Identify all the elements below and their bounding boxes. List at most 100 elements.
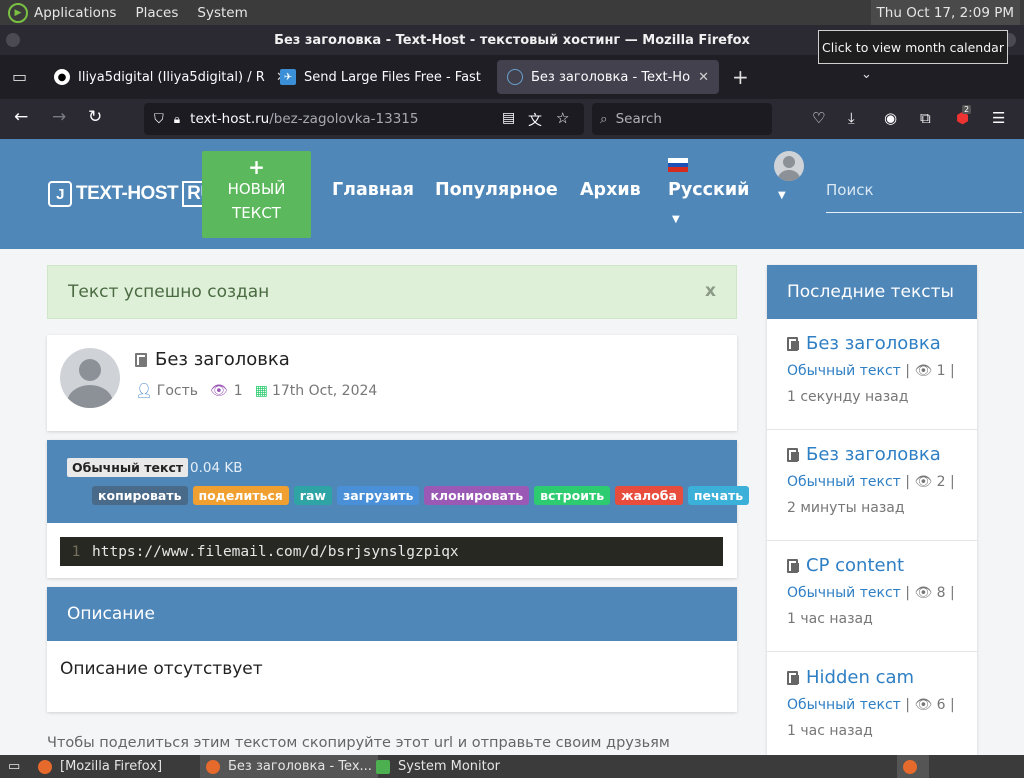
account-icon[interactable]: ◉ bbox=[884, 109, 897, 127]
tab-texthost[interactable]: Без заголовка - Text-Host ✕ bbox=[497, 60, 719, 94]
recent-item: Hidden cam Обычный текст | 👁︎ 6 | 1 час … bbox=[767, 653, 977, 755]
eye-icon: 👁︎ bbox=[914, 474, 933, 490]
back-icon[interactable]: ← bbox=[14, 107, 28, 127]
system-top-panel: ▶ Applications Places System Thu Oct 17,… bbox=[0, 0, 1024, 25]
recent-item-title[interactable]: Без заголовка bbox=[806, 444, 941, 465]
url-path: /bez-zagolovka-13315 bbox=[269, 111, 419, 127]
firefox-view-icon[interactable]: ▭ bbox=[12, 67, 27, 86]
translate-icon[interactable]: 文 bbox=[528, 110, 542, 130]
shield-icon[interactable]: ⛉ bbox=[154, 112, 164, 127]
line-number: 1 bbox=[71, 543, 81, 560]
paste-date: 17th Oct, 2024 bbox=[271, 383, 378, 399]
list-tabs-icon[interactable]: ⌄ bbox=[861, 67, 872, 82]
recent-item: Без заголовка Обычный текст | 👁︎ 1 | 1 с… bbox=[767, 319, 977, 430]
search-icon: ⌕ bbox=[600, 111, 608, 127]
tab-title: Send Large Files Free - Fast bbox=[304, 69, 481, 85]
report-button[interactable]: жалоба bbox=[615, 486, 683, 505]
nav-home[interactable]: Главная bbox=[332, 180, 414, 200]
clock[interactable]: Thu Oct 17, 2:09 PM bbox=[870, 0, 1020, 25]
embed-button[interactable]: встроить bbox=[534, 486, 611, 505]
print-button[interactable]: печать bbox=[687, 486, 750, 505]
copy-button[interactable]: копировать bbox=[92, 486, 188, 505]
document-icon bbox=[787, 558, 799, 573]
description-heading: Описание bbox=[47, 587, 737, 641]
recent-item-title[interactable]: Без заголовка bbox=[806, 333, 941, 354]
lock-icon[interactable]: 🔒︎ bbox=[174, 112, 180, 127]
alert-close-button[interactable]: x bbox=[705, 281, 716, 301]
recent-item-title[interactable]: Hidden cam bbox=[806, 667, 914, 688]
paste-title: Без заголовка bbox=[135, 349, 290, 370]
recent-item-syntax[interactable]: Обычный текст bbox=[787, 697, 901, 713]
share-button[interactable]: поделиться bbox=[192, 486, 289, 505]
close-tab-icon[interactable]: ✕ bbox=[698, 70, 709, 85]
recent-item-syntax[interactable]: Обычный текст bbox=[787, 474, 901, 490]
extensions-icon[interactable]: ⧉ bbox=[920, 109, 931, 127]
taskbar-firefox[interactable]: [Mozilla Firefox] bbox=[32, 755, 168, 778]
user-avatar[interactable] bbox=[774, 151, 804, 181]
description-body: Описание отсутствует bbox=[60, 659, 263, 679]
user-menu-caret-icon[interactable]: ▼ bbox=[778, 190, 786, 201]
site-header: J TEXT-HOST RU + НОВЫЙ ТЕКСТ Главная Поп… bbox=[0, 139, 1024, 249]
tab-title: Без заголовка - Text-Host bbox=[531, 69, 691, 85]
taskbar-system-monitor[interactable]: System Monitor bbox=[370, 755, 506, 778]
pocket-icon[interactable]: ♡ bbox=[812, 109, 825, 127]
sidebar-heading: Последние тексты bbox=[767, 265, 977, 319]
calendar-icon: ▦ bbox=[254, 383, 268, 399]
code-block[interactable]: 1 https://www.filemail.com/d/bsrjsynslgz… bbox=[60, 537, 723, 566]
language-caret-icon[interactable]: ▼ bbox=[672, 214, 680, 225]
browser-search-input[interactable]: ⌕ Search bbox=[592, 103, 772, 135]
recent-item-syntax[interactable]: Обычный текст bbox=[787, 363, 901, 379]
show-desktop-icon[interactable]: ▭ bbox=[2, 755, 26, 778]
nav-popular[interactable]: Популярное bbox=[435, 180, 558, 200]
taskbar-texthost-window[interactable]: Без заголовка - Tex... bbox=[200, 755, 378, 778]
bottom-taskbar: ▭ [Mozilla Firefox] Без заголовка - Tex.… bbox=[0, 755, 1024, 778]
new-tab-icon[interactable]: + bbox=[732, 65, 749, 89]
paste-content-card: Обычный текст 0.04 KB копировать поделит… bbox=[47, 440, 750, 578]
document-icon bbox=[787, 447, 799, 462]
forward-icon[interactable]: → bbox=[52, 107, 66, 127]
clone-button[interactable]: клонировать bbox=[424, 486, 530, 505]
success-alert: Текст успешно создан x bbox=[47, 265, 737, 319]
new-text-button[interactable]: + НОВЫЙ ТЕКСТ bbox=[202, 151, 311, 238]
nav-archive[interactable]: Архив bbox=[580, 180, 641, 200]
taskbar-item-label: System Monitor bbox=[398, 759, 501, 774]
monitor-icon bbox=[376, 759, 390, 774]
window-menu-icon[interactable] bbox=[6, 33, 20, 47]
url-bar[interactable]: ⛉ 🔒︎ text-host.ru/bez-zagolovka-13315 ▤ … bbox=[144, 103, 584, 135]
github-icon: ● bbox=[54, 69, 70, 85]
distro-logo-icon[interactable]: ▶ bbox=[8, 2, 28, 23]
tab-github[interactable]: ● Iliya5digital (Iliya5digital) / R ✕ bbox=[44, 60, 297, 94]
paste-info-card: Без заголовка 👤︎ Гость 👁︎ 1 ▦ 17th Oct, … bbox=[47, 335, 737, 431]
filemail-icon: ✈ bbox=[280, 69, 296, 85]
reload-icon[interactable]: ↻ bbox=[88, 107, 102, 127]
recent-item-title[interactable]: CP content bbox=[806, 555, 904, 576]
eye-icon: 👁︎ bbox=[210, 383, 228, 399]
tab-filemail[interactable]: ✈ Send Large Files Free - Fast ✕ bbox=[270, 60, 523, 94]
firefox-icon bbox=[903, 759, 917, 774]
recent-item-views: 8 bbox=[936, 585, 946, 601]
site-logo[interactable]: J TEXT-HOST RU bbox=[48, 181, 219, 207]
downloads-icon[interactable]: ⤓ bbox=[848, 109, 855, 127]
recent-item-views: 2 bbox=[936, 474, 946, 490]
author-name[interactable]: Гость bbox=[157, 383, 198, 399]
taskbar-item-label: [Mozilla Firefox] bbox=[60, 759, 163, 774]
site-search-input[interactable]: Поиск bbox=[826, 181, 1022, 213]
workspace-switcher[interactable] bbox=[897, 755, 929, 778]
recent-texts-sidebar: Последние тексты Без заголовка Обычный т… bbox=[767, 265, 977, 755]
paste-action-buttons: копировать поделиться raw загрузить клон… bbox=[92, 486, 754, 505]
download-button[interactable]: загрузить bbox=[336, 486, 420, 505]
hamburger-menu-icon[interactable]: ☰ bbox=[992, 109, 1005, 127]
system-menu[interactable]: System bbox=[197, 5, 247, 21]
new-text-label: НОВЫЙ ТЕКСТ bbox=[227, 180, 286, 222]
document-icon bbox=[135, 352, 147, 367]
bookmark-star-icon[interactable]: ☆ bbox=[556, 109, 569, 127]
applications-menu[interactable]: Applications bbox=[34, 5, 116, 21]
calendar-tooltip: Click to view month calendar bbox=[818, 30, 1008, 64]
reader-view-icon[interactable]: ▤ bbox=[502, 110, 515, 126]
recent-item: CP content Обычный текст | 👁︎ 8 | 1 час … bbox=[767, 541, 977, 652]
raw-button[interactable]: raw bbox=[293, 486, 332, 505]
language-select[interactable]: Русский bbox=[668, 180, 749, 200]
recent-item-syntax[interactable]: Обычный текст bbox=[787, 585, 901, 601]
places-menu[interactable]: Places bbox=[135, 5, 178, 21]
document-icon bbox=[787, 336, 799, 351]
